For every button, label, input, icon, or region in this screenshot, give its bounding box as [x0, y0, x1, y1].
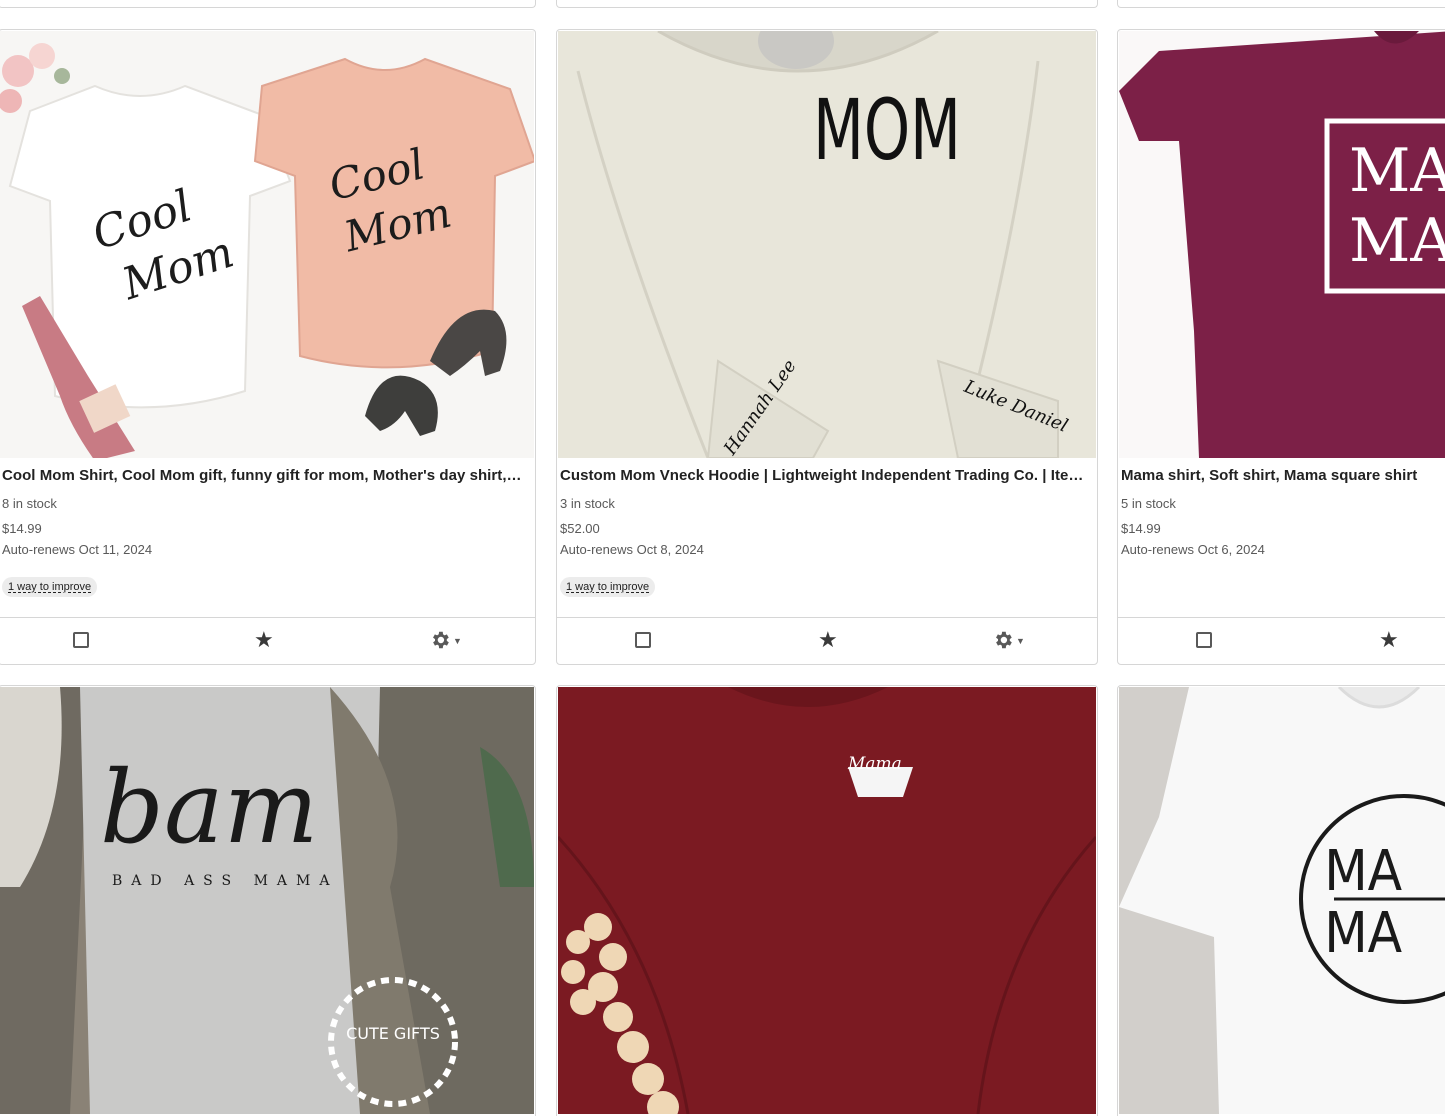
gear-icon: [996, 631, 1012, 649]
listing-card[interactable]: MA MA: [1117, 685, 1445, 1116]
listing-image[interactable]: bam BAD ASS MAMA CUTE GIFTS: [0, 687, 534, 1114]
listing-price: $14.99: [1121, 521, 1161, 536]
listing-renew-date: Auto-renews Oct 6, 2024: [1121, 542, 1265, 557]
listing-card[interactable]: Cool Mom Cool Mom Cool Mom Shirt, Cool M…: [0, 29, 536, 665]
listing-card-partial: [0, 0, 536, 8]
listing-renew-date: Auto-renews Oct 11, 2024: [2, 542, 153, 557]
listing-image[interactable]: Cool Mom Cool Mom: [0, 31, 534, 458]
select-checkbox[interactable]: [73, 632, 89, 648]
listing-title[interactable]: Mama shirt, Soft shirt, Mama square shir…: [1121, 467, 1445, 484]
listing-price: $52.00: [560, 521, 600, 536]
listing-price: $14.99: [2, 521, 42, 536]
image-text: Mama: [847, 754, 902, 774]
listing-image[interactable]: MA MA: [1119, 31, 1445, 458]
listing-card-partial: [556, 0, 1098, 8]
listing-image[interactable]: MOM Hannah Lee Luke Daniel: [558, 31, 1096, 458]
improve-pill[interactable]: 1 way to improve: [560, 577, 656, 597]
listing-stock: 5 in stock: [1121, 496, 1176, 511]
caret-down-icon: ▼: [1016, 635, 1025, 646]
image-text: MA: [1349, 136, 1445, 206]
gear-icon: [433, 631, 449, 649]
listing-card[interactable]: Mama: [556, 685, 1098, 1116]
listing-stock: 3 in stock: [560, 496, 615, 511]
listing-card[interactable]: MA MA Mama shirt, Soft shirt, Mama squar…: [1117, 29, 1445, 665]
listings-grid: Cool Mom Cool Mom Cool Mom Shirt, Cool M…: [0, 0, 1445, 1116]
listing-title[interactable]: Custom Mom Vneck Hoodie | Lightweight In…: [560, 467, 1087, 484]
star-icon[interactable]: ★: [1379, 628, 1399, 652]
listing-image[interactable]: MA MA: [1119, 687, 1445, 1114]
image-text: MA: [1324, 838, 1402, 903]
listing-card[interactable]: MOM Hannah Lee Luke Daniel Custom Mom Vn…: [556, 29, 1098, 665]
svg-text:BAD ASS MAMA: BAD ASS MAMA: [112, 873, 338, 889]
improve-pill[interactable]: 1 way to improve: [2, 577, 98, 597]
listing-renew-date: Auto-renews Oct 8, 2024: [560, 542, 704, 557]
svg-text:MA: MA: [1324, 900, 1402, 965]
star-icon[interactable]: ★: [818, 628, 838, 652]
svg-text:MA: MA: [1349, 206, 1445, 276]
image-text: MOM: [813, 83, 961, 180]
caret-down-icon: ▼: [453, 635, 462, 646]
listing-actions-bar: ★ ▼: [0, 617, 535, 664]
listing-card[interactable]: bam BAD ASS MAMA CUTE GIFTS: [0, 685, 536, 1116]
gear-menu-button[interactable]: ▼: [429, 629, 462, 651]
select-checkbox[interactable]: [635, 632, 651, 648]
listing-actions-bar: ★ ▼: [557, 617, 1097, 664]
svg-text:CUTE GIFTS: CUTE GIFTS: [346, 1024, 440, 1043]
listing-image[interactable]: Mama: [558, 687, 1096, 1114]
listing-actions-bar: ★: [1118, 617, 1445, 664]
gear-menu-button[interactable]: ▼: [992, 629, 1025, 651]
select-checkbox[interactable]: [1196, 632, 1212, 648]
image-text: bam: [100, 749, 318, 866]
listing-card-partial: [1117, 0, 1445, 8]
star-icon[interactable]: ★: [254, 628, 274, 652]
listing-title[interactable]: Cool Mom Shirt, Cool Mom gift, funny gif…: [2, 467, 525, 484]
listing-stock: 8 in stock: [2, 496, 57, 511]
